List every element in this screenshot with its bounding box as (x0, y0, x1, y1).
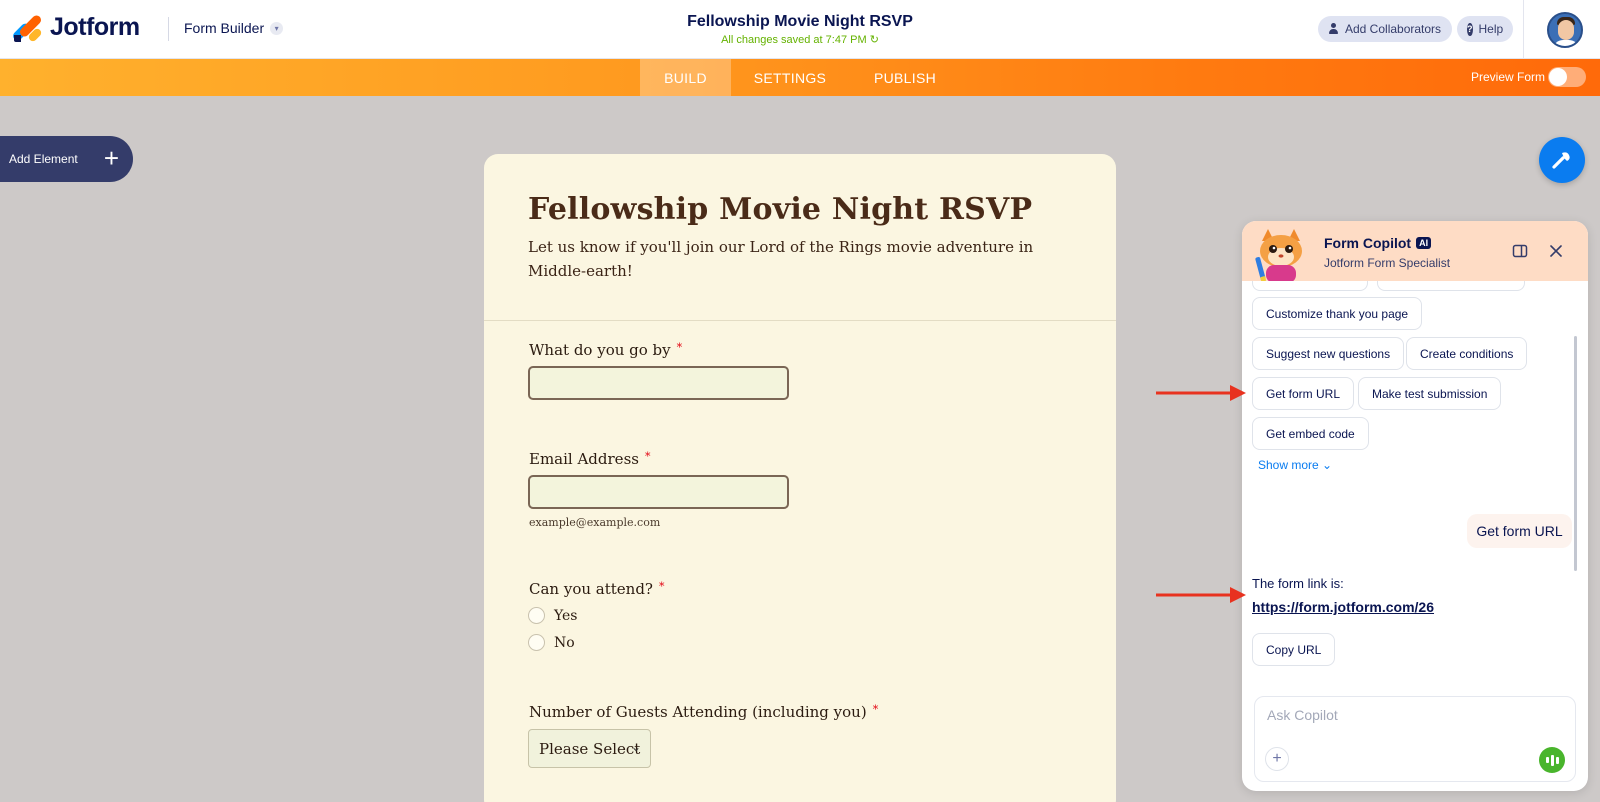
form-title[interactable]: Fellowship Movie Night RSVP (600, 13, 1000, 31)
field-label-attend[interactable]: Can you attend? * (529, 580, 664, 598)
required-asterisk: * (872, 703, 879, 716)
email-input[interactable] (528, 475, 789, 509)
radio-option-no[interactable]: No (528, 634, 575, 651)
ask-copilot-input[interactable]: Ask Copilot + (1254, 696, 1576, 782)
annotation-arrow (1156, 587, 1246, 603)
user-icon (1328, 23, 1339, 35)
plus-icon: + (103, 143, 119, 173)
logo-text: Jotform (50, 13, 140, 41)
add-collaborators-button[interactable]: Add Collaborators (1318, 16, 1452, 42)
suggestion-create-conditions[interactable]: Create conditions (1406, 337, 1528, 370)
guests-select[interactable]: Please Select ⌄ (528, 729, 651, 768)
add-collaborators-label: Add Collaborators (1345, 22, 1442, 36)
name-input[interactable] (528, 366, 789, 400)
form-builder-menu[interactable]: Form Builder ▾ (184, 20, 284, 36)
radio-button[interactable] (528, 607, 545, 624)
suggestion-new-questions[interactable]: Suggest new questions (1252, 337, 1405, 370)
suggestion-embed-code[interactable]: Get embed code (1252, 417, 1369, 450)
form-heading: Fellowship Movie Night RSVP (528, 192, 1033, 227)
field-label-email[interactable]: Email Address * (529, 450, 650, 468)
copilot-header: Form Copilot AI Jotform Form Specialist (1242, 221, 1588, 283)
ai-badge: AI (1416, 237, 1432, 249)
jotform-logo[interactable]: Jotform (11, 13, 140, 43)
magic-wand-icon (1552, 152, 1570, 169)
suggestion-chip-partial[interactable] (1377, 281, 1525, 291)
avatar[interactable] (1547, 12, 1583, 48)
annotation-arrow (1156, 385, 1246, 401)
bot-message: The form link is: (1252, 576, 1344, 591)
tab-build[interactable]: BUILD (640, 59, 731, 96)
magic-wand-button[interactable] (1539, 137, 1585, 183)
preview-form-label: Preview Form (1470, 70, 1545, 84)
chevron-down-icon: ⌄ (1322, 458, 1333, 472)
form-url-link[interactable]: https://form.jotform.com/26 (1252, 599, 1434, 615)
suggestion-customize-thank-you[interactable]: Customize thank you page (1252, 297, 1423, 330)
builder-nav: BUILD SETTINGS PUBLISH Preview Form (0, 59, 1600, 96)
copilot-panel: Form Copilot AI Jotform Form Specialist … (1242, 221, 1588, 791)
voice-input-icon[interactable] (1539, 747, 1565, 773)
form-description: Let us know if you'll join our Lord of t… (528, 238, 1034, 280)
user-message: Get form URL (1467, 514, 1572, 548)
top-header: Jotform Form Builder ▾ Fellowship Movie … (0, 0, 1600, 59)
radio-button[interactable] (528, 634, 545, 651)
add-element-label: Add Element (9, 152, 78, 166)
header-divider-right (1523, 0, 1524, 59)
save-status-text: All changes saved at 7:47 PM (721, 34, 867, 46)
form-title-block: Fellowship Movie Night RSVP All changes … (600, 13, 1000, 46)
preview-form-toggle[interactable] (1548, 67, 1586, 87)
guests-select-value: Please Select (539, 739, 641, 758)
show-more-link[interactable]: Show more ⌄ (1258, 458, 1332, 472)
field-label-guests[interactable]: Number of Guests Attending (including yo… (529, 703, 878, 721)
copilot-mascot-icon (1255, 229, 1302, 283)
close-icon[interactable] (1548, 243, 1564, 259)
field-label-name[interactable]: What do you go by * (529, 341, 682, 359)
help-label: Help (1478, 22, 1504, 36)
required-asterisk: * (658, 580, 665, 593)
form-canvas: Fellowship Movie Night RSVP Let us know … (484, 154, 1116, 802)
required-asterisk: * (676, 341, 683, 354)
chat-scrollbar[interactable] (1574, 336, 1577, 571)
suggestion-get-form-url[interactable]: Get form URL (1252, 377, 1355, 410)
ask-copilot-placeholder: Ask Copilot (1267, 707, 1338, 723)
help-button[interactable]: ? Help (1457, 16, 1513, 42)
tab-publish[interactable]: PUBLISH (862, 59, 948, 96)
copilot-subtitle: Jotform Form Specialist (1324, 256, 1451, 270)
refresh-icon: ↻ (869, 34, 879, 46)
chevron-down-icon: ⌄ (630, 740, 641, 754)
form-builder-label: Form Builder (184, 20, 265, 36)
jotform-logo-icon (11, 13, 43, 43)
add-element-button[interactable]: Add Element + (0, 136, 133, 182)
help-icon: ? (1467, 22, 1473, 36)
required-asterisk: * (644, 450, 651, 463)
chevron-down-icon: ▾ (270, 21, 284, 35)
radio-option-yes[interactable]: Yes (528, 607, 578, 624)
form-header[interactable]: Fellowship Movie Night RSVP Let us know … (484, 154, 1116, 321)
tab-settings[interactable]: SETTINGS (741, 59, 839, 96)
header-divider (168, 17, 169, 41)
email-hint: example@example.com (529, 516, 661, 529)
dock-panel-icon[interactable] (1512, 243, 1528, 259)
copy-url-button[interactable]: Copy URL (1252, 633, 1336, 666)
suggestion-chip-partial[interactable] (1252, 281, 1368, 291)
copilot-title: Form Copilot AI (1324, 235, 1432, 251)
save-status: All changes saved at 7:47 PM ↻ (600, 33, 1000, 46)
suggestion-test-submission[interactable]: Make test submission (1358, 377, 1502, 410)
attach-plus-icon[interactable]: + (1265, 747, 1289, 771)
